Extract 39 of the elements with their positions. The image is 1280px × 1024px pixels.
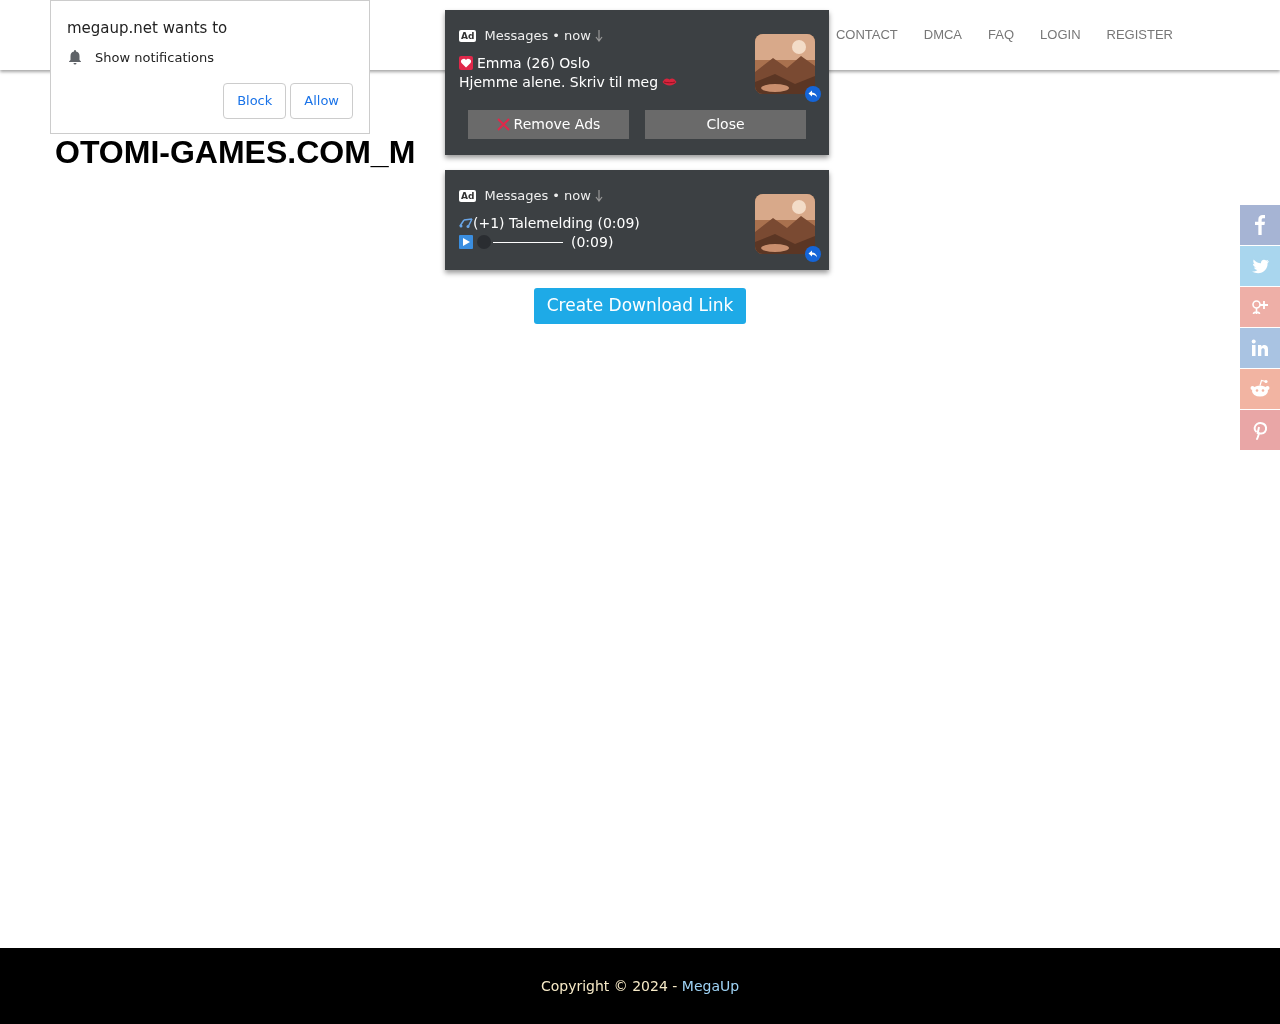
reply-icon <box>805 86 821 102</box>
audio-duration: (0:09) <box>571 232 614 252</box>
share-button[interactable] <box>1240 369 1280 409</box>
prompt-text: megaup.net wants to <box>67 18 229 39</box>
play-icon <box>459 235 473 249</box>
nav-link[interactable]: REGISTER <box>1093 25 1186 45</box>
share-button[interactable] <box>1240 205 1280 245</box>
ad-badge: Ad <box>459 29 477 42</box>
notification-title: (+1) Talemelding (0:09) <box>473 213 640 233</box>
copyright-text: Copyright © 2024 - MegaUp <box>540 976 740 996</box>
share-button[interactable] <box>1240 246 1280 286</box>
heart-icon <box>459 56 473 70</box>
facebook-icon <box>1255 215 1265 235</box>
permission-text: Show notifications <box>95 48 215 67</box>
nav-link[interactable]: LOGIN <box>1027 25 1094 45</box>
notification-meta: Messages • now <box>484 187 591 205</box>
download-button[interactable]: Create Download Link <box>533 288 747 324</box>
reply-icon <box>805 246 821 262</box>
notification-title: Emma (26) Oslo <box>477 53 591 73</box>
down-arrow-icon <box>594 189 603 202</box>
x-icon <box>496 118 510 131</box>
notification-body: Hjemme alene. Skriv til meg <box>459 72 659 92</box>
allow-button[interactable]: Allow <box>290 83 353 119</box>
nav-link[interactable]: FAQ <box>975 25 1028 45</box>
share-button[interactable] <box>1240 328 1280 368</box>
share-button[interactable] <box>1240 287 1280 327</box>
share-button[interactable] <box>1240 410 1280 450</box>
notification-meta: Messages • now <box>484 27 591 45</box>
lips-icon <box>662 77 678 87</box>
ad-badge: Ad <box>459 189 477 202</box>
down-arrow-icon <box>594 29 603 42</box>
page-title: OTOMI-GAMES.COM_M <box>55 136 416 168</box>
close-button[interactable]: Close <box>645 110 806 139</box>
music-note-icon <box>459 218 473 228</box>
footer-link[interactable]: MegaUp <box>681 977 740 994</box>
block-button[interactable]: Block <box>223 83 287 119</box>
bell-icon <box>67 49 83 66</box>
remove-ads-button[interactable]: Remove Ads <box>468 110 629 139</box>
nav-link[interactable]: DMCA <box>910 25 976 45</box>
